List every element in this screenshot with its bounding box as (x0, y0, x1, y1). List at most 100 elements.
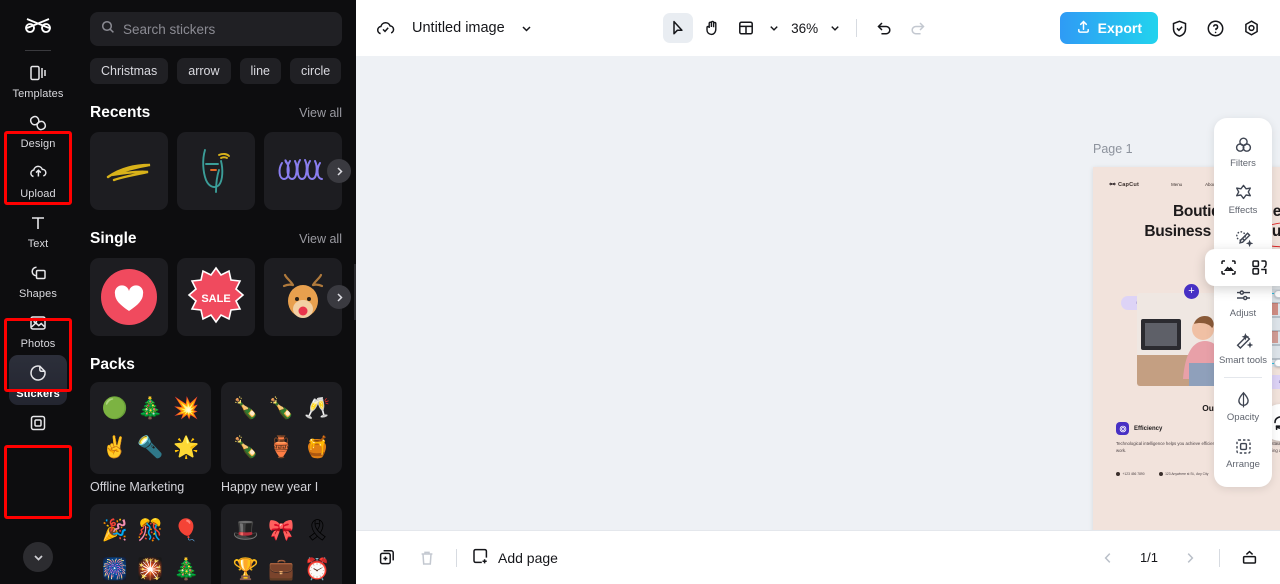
upload-icon (1076, 19, 1091, 37)
phone-icon (1116, 472, 1120, 476)
search-chips: Christmas arrow line circle (90, 58, 342, 84)
tool-effects[interactable]: Effects (1216, 176, 1270, 223)
cursor-arrow-icon[interactable] (663, 13, 694, 43)
section-title: Recents (90, 104, 151, 121)
duplicate-icon[interactable] (1276, 254, 1280, 282)
chevron-down-icon[interactable] (517, 13, 537, 43)
canvas-area[interactable]: Page 1 CapCut Menu About Boutique Busine… (356, 56, 1280, 530)
pack-glyph: ✌ (101, 436, 128, 459)
pack-row2-left[interactable]: 🎉 🎊 🎈 🎆 🎇 🎄 (90, 504, 211, 584)
present-icon[interactable] (1234, 543, 1264, 573)
page-nav: 1/1 (1093, 543, 1264, 573)
sticker-yellow-scribble[interactable] (90, 132, 168, 210)
rail-divider (25, 50, 51, 51)
doc-contact-phone: +123 456 7890 (1116, 472, 1145, 476)
tool-filters[interactable]: Filters (1216, 129, 1270, 176)
doc-feature-title: Efficiency (1134, 425, 1163, 432)
photos-icon (27, 312, 49, 334)
sidebar-item-photos[interactable]: Photos (9, 305, 67, 355)
add-page-button[interactable]: Add page (471, 547, 558, 569)
search-input[interactable] (123, 21, 331, 37)
view-all-recents[interactable]: View all (299, 106, 342, 120)
pack-glyph: 🏺 (268, 436, 295, 459)
tool-smart-tools[interactable]: Smart tools (1216, 326, 1270, 373)
sidebar-item-design[interactable]: Design (9, 105, 67, 155)
add-page-icon (471, 547, 490, 569)
svg-text:SALE: SALE (201, 293, 230, 305)
trash-icon[interactable] (412, 543, 442, 573)
document-title[interactable]: Untitled image (412, 20, 505, 36)
tool-arrange[interactable]: Arrange (1216, 430, 1270, 477)
hand-icon[interactable] (697, 13, 727, 43)
text-icon (27, 212, 49, 234)
smart-tools-wand-icon (1234, 332, 1253, 352)
sidebar-item-more[interactable] (9, 405, 67, 434)
arrange-icon (1234, 437, 1253, 456)
rail-expand-chevron[interactable] (23, 542, 53, 572)
design-icon (27, 112, 49, 134)
toolbar-divider (856, 19, 858, 37)
pack-happy-new-year-1[interactable]: 🍾 🍾 🥂 🍾 🏺 🍯 Happy new year I (221, 382, 342, 494)
pack-glyph: 🏆 (232, 558, 259, 581)
cloud-saved-icon[interactable] (370, 13, 400, 43)
layout-icon[interactable] (731, 13, 761, 43)
sidebar-item-upload[interactable]: Upload (9, 155, 67, 205)
export-button[interactable]: Export (1059, 12, 1158, 44)
gear-icon[interactable] (1236, 13, 1266, 43)
handle-top-center[interactable] (1274, 290, 1280, 298)
chip-line[interactable]: line (239, 58, 281, 84)
single-next-arrow[interactable] (327, 285, 351, 309)
sidebar-label: Photos (20, 338, 56, 350)
chip-circle[interactable]: circle (290, 58, 342, 84)
sticker-heart[interactable] (90, 258, 168, 336)
pack-glyph: 🔦 (137, 436, 164, 459)
chip-arrow[interactable]: arrow (177, 58, 231, 84)
sidebar-item-text[interactable]: Text (9, 205, 67, 255)
qr-replace-icon[interactable] (1245, 254, 1273, 282)
panel-collapse-handle[interactable] (354, 264, 356, 320)
sticker-sale-burst[interactable]: SALE (177, 258, 255, 336)
next-page-button[interactable] (1175, 543, 1205, 573)
section-header-single: Single View all (90, 230, 342, 248)
tool-opacity[interactable]: Opacity (1216, 383, 1270, 430)
upload-cloud-icon (27, 162, 49, 184)
pack-row2-right[interactable]: 🎩 🎀 🎗 🏆 💼 ⏰ (221, 504, 342, 584)
add-element-button[interactable]: + (1184, 284, 1199, 299)
capcut-logo-icon[interactable] (18, 10, 58, 44)
doc-contact-text: 123 Anywhere st St., Any City (1165, 472, 1209, 476)
shield-check-icon[interactable] (1164, 13, 1194, 43)
sidebar-item-stickers[interactable]: Stickers (9, 355, 67, 405)
undo-icon[interactable] (869, 13, 899, 43)
chip-christmas[interactable]: Christmas (90, 58, 169, 84)
zoom-caret-icon[interactable] (826, 13, 844, 43)
redo-icon[interactable] (903, 13, 933, 43)
pack-glyph: 🎉 (101, 519, 128, 542)
sidebar-item-shapes[interactable]: Shapes (9, 255, 67, 305)
pack-glyph: 🍾 (268, 397, 295, 420)
handle-bottom-center[interactable] (1274, 359, 1280, 367)
view-all-single[interactable]: View all (299, 232, 342, 246)
question-circle-icon[interactable] (1200, 13, 1230, 43)
stickers-icon (27, 362, 49, 384)
sidebar-item-templates[interactable]: Templates (9, 55, 67, 105)
pack-glyph: 🍯 (304, 436, 331, 459)
pack-glyph: 🥂 (304, 397, 331, 420)
pack-glyph: 🎇 (137, 558, 164, 581)
pack-glyph: 🟢 (101, 397, 128, 420)
recents-next-arrow[interactable] (327, 159, 351, 183)
prev-page-button[interactable] (1093, 543, 1123, 573)
cutout-tool-icon[interactable] (1214, 254, 1242, 282)
pack-preview: 🎩 🎀 🎗 🏆 💼 ⏰ (221, 504, 342, 584)
section-title: Packs (90, 356, 135, 373)
sidebar-label: Text (27, 238, 49, 250)
remove-background-icon (1234, 229, 1253, 248)
layout-caret-icon[interactable] (765, 13, 783, 43)
pack-offline-marketing[interactable]: 🟢 🎄 💥 ✌ 🔦 🌟 Offline Marketing (90, 382, 211, 494)
duplicate-page-icon[interactable] (372, 543, 402, 573)
doc-nav-menu[interactable]: Menu (1171, 182, 1182, 187)
pack-glyph: 🎆 (101, 558, 128, 581)
stickers-panel: Christmas arrow line circle Recents View… (76, 0, 356, 584)
search-box[interactable] (90, 12, 342, 46)
bottom-divider (456, 548, 457, 567)
sticker-line-art-face[interactable] (177, 132, 255, 210)
